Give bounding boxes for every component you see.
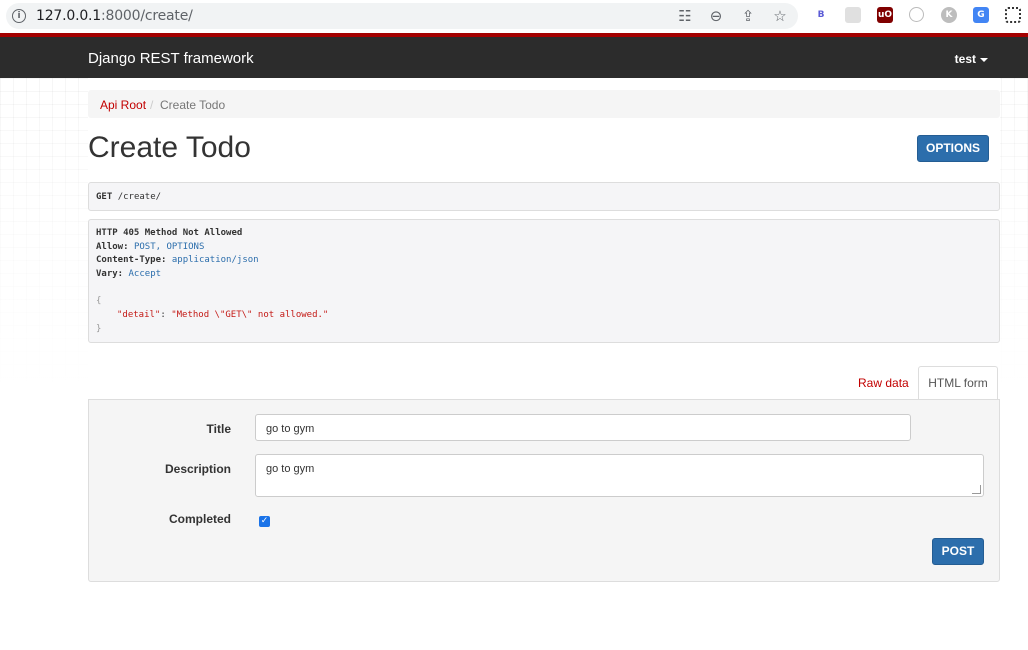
brand-title[interactable]: Django REST framework [88,50,254,67]
response-status: HTTP 405 Method Not Allowed [96,228,243,238]
header-key: Vary: [96,269,124,279]
tab-raw-data[interactable]: Raw data [858,376,909,390]
html-form-panel: Title go to gym Description go to gym Co… [88,399,1000,582]
description-text: go to gym [266,463,315,475]
bookmark-star-icon[interactable]: ☆ [771,7,789,25]
header-value: POST, OPTIONS [133,242,205,252]
bitwarden-ext-icon[interactable]: B [813,7,829,23]
resize-handle-icon[interactable] [972,485,981,494]
qr-ext-icon[interactable] [845,7,861,23]
title-label: Title [206,422,231,436]
description-label: Description [164,462,231,476]
header-value: application/json [171,255,259,265]
breadcrumb-current: Create Todo [160,98,226,112]
header-value: Accept [128,269,162,279]
title-input[interactable]: go to gym [255,414,911,441]
breadcrumb-api-root[interactable]: Api Root [100,98,146,112]
info-icon[interactable]: i [12,9,26,23]
completed-label: Completed [168,512,231,526]
url-text[interactable]: 127.0.0.1:8000/create/ [36,8,193,24]
json-close-brace: } [96,324,102,334]
json-colon: : [160,310,172,320]
k-ext-icon[interactable]: K [941,7,957,23]
zoom-out-icon[interactable]: ⊖ [707,7,725,25]
tracker-ext-icon[interactable] [909,7,924,22]
options-button[interactable]: OPTIONS [917,135,989,162]
qrcode-ext-icon[interactable] [1005,7,1021,23]
page-title: Create Todo [88,131,251,164]
header-key: Content-Type: [96,255,167,265]
main-content: Api Root / Create Todo Create Todo OPTIO… [88,78,1000,650]
tab-html-form[interactable]: HTML form [918,366,998,400]
address-bar[interactable]: i 127.0.0.1:8000/create/ ☷ ⊖ ⇪ ☆ [6,3,798,29]
completed-checkbox[interactable]: ✓ [259,516,270,527]
breadcrumb-separator: / [150,98,154,112]
browser-toolbar: i 127.0.0.1:8000/create/ ☷ ⊖ ⇪ ☆ B uO K … [0,0,1028,33]
request-method: GET [96,192,113,202]
post-button[interactable]: POST [932,538,984,565]
request-info: GET /create/ [88,182,1000,211]
user-menu[interactable]: test [955,52,988,66]
translate-icon[interactable]: ☷ [676,7,694,25]
response-info: HTTP 405 Method Not Allowed Allow: POST,… [88,219,1000,343]
ublock-ext-icon[interactable]: uO [877,7,893,23]
breadcrumb: Api Root / Create Todo [88,90,1000,118]
translate-ext-icon[interactable]: G [973,7,989,23]
top-navbar: Django REST framework test [0,33,1028,78]
json-open-brace: { [96,296,102,306]
user-name: test [954,52,976,66]
share-icon[interactable]: ⇪ [739,7,757,25]
request-path: /create/ [117,192,162,202]
json-key: "detail" [117,310,161,320]
description-textarea[interactable]: go to gym [255,454,984,497]
json-value: "Method \"GET\" not allowed." [171,310,329,320]
header-key: Allow: [96,242,129,252]
caret-down-icon [980,57,988,62]
